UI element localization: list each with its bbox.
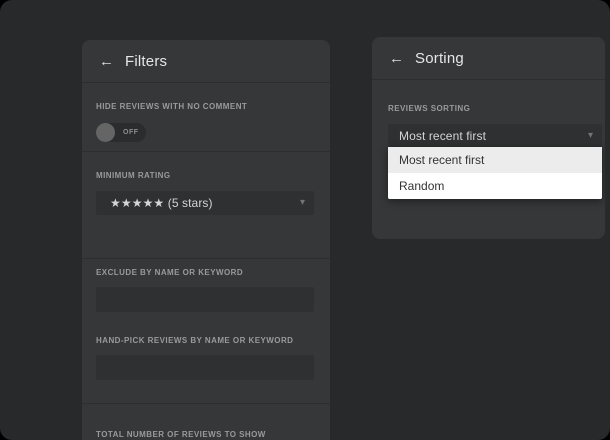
back-arrow-icon[interactable]: ← <box>99 53 125 70</box>
section-divider <box>82 258 330 259</box>
dropdown-caret-icon: ▾ <box>588 131 593 141</box>
minimum-rating-value: ★★★★★ (5 stars) <box>96 196 213 210</box>
filters-header: ← Filters <box>82 40 330 83</box>
sorting-title: Sorting <box>415 50 464 67</box>
minimum-rating-select[interactable]: ★★★★★ (5 stars) ▾ <box>96 191 314 215</box>
exclude-keyword-input[interactable] <box>96 287 314 312</box>
hand-pick-label: HAND-PICK REVIEWS BY NAME OR KEYWORD <box>96 336 316 345</box>
sorting-dropdown-menu: Most recent first Random <box>388 147 602 199</box>
filters-title: Filters <box>125 53 167 70</box>
hide-reviews-toggle[interactable]: OFF <box>96 123 146 142</box>
exclude-keyword-label: EXCLUDE BY NAME OR KEYWORD <box>96 268 316 277</box>
dropdown-caret-icon: ▾ <box>300 198 305 208</box>
minimum-rating-label: MINIMUM RATING <box>96 171 316 180</box>
toggle-knob[interactable] <box>96 123 115 142</box>
back-arrow-icon[interactable]: ← <box>389 50 415 67</box>
app-canvas: ← Filters HIDE REVIEWS WITH NO COMMENT O… <box>0 0 610 440</box>
section-divider <box>82 403 330 404</box>
sorting-header: ← Sorting <box>372 37 605 80</box>
dropdown-option-most-recent[interactable]: Most recent first <box>388 147 602 173</box>
dropdown-option-random[interactable]: Random <box>388 173 602 199</box>
reviews-sorting-label: REVIEWS SORTING <box>388 104 591 113</box>
reviews-sorting-value: Most recent first <box>388 129 486 143</box>
section-divider <box>82 151 330 152</box>
hide-reviews-label: HIDE REVIEWS WITH NO COMMENT <box>96 102 316 111</box>
hand-pick-input[interactable] <box>96 355 314 380</box>
filters-panel: ← Filters HIDE REVIEWS WITH NO COMMENT O… <box>82 40 330 440</box>
total-reviews-label: TOTAL NUMBER OF REVIEWS TO SHOW <box>96 430 316 439</box>
toggle-state-label: OFF <box>123 129 139 136</box>
reviews-sorting-select[interactable]: Most recent first ▾ <box>388 124 602 147</box>
sorting-panel: ← Sorting REVIEWS SORTING Most recent fi… <box>372 37 605 239</box>
